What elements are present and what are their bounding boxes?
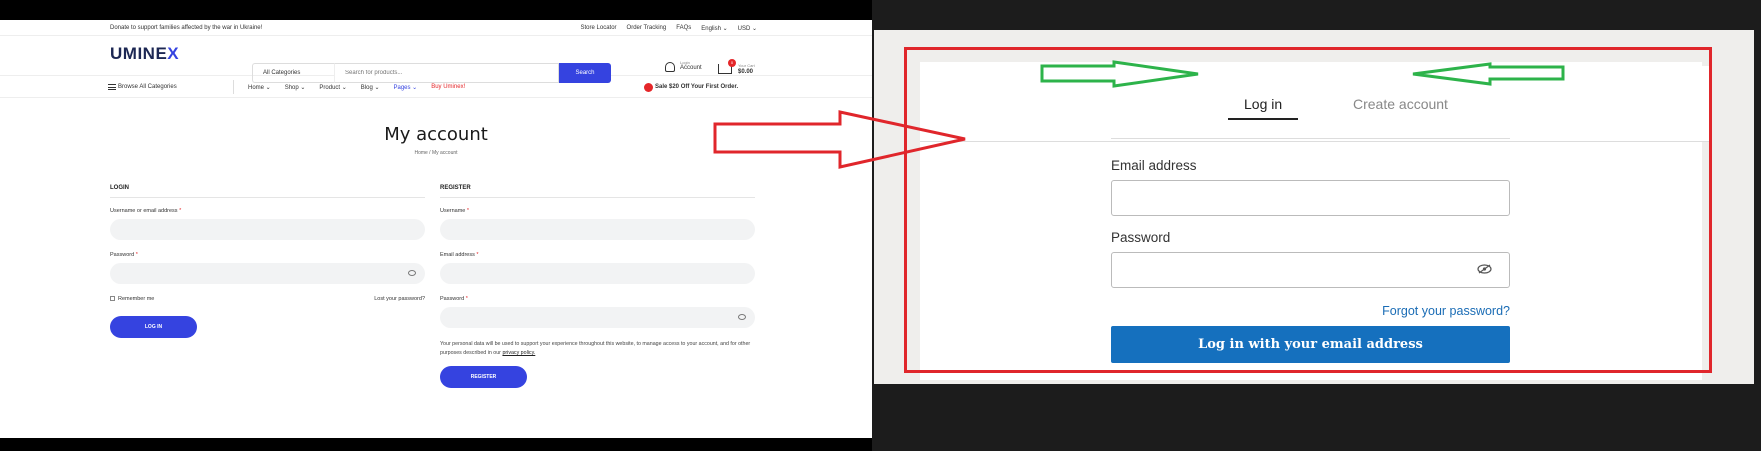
register-password-field[interactable] — [440, 307, 755, 328]
store-locator-link[interactable]: Store Locator — [581, 25, 617, 32]
register-heading: REGISTER — [440, 185, 755, 198]
nav-pages[interactable]: Pages ⌄ — [394, 84, 418, 91]
donate-link[interactable]: Donate to support families affected by t… — [110, 25, 262, 31]
lost-password-link[interactable]: Lost your password? — [374, 296, 425, 302]
reg-username-label: Username * — [440, 208, 470, 214]
remember-label: Remember me — [118, 296, 155, 302]
nav-divider — [233, 80, 234, 94]
nav-shop[interactable]: Shop ⌄ — [285, 84, 306, 91]
account-label: Account — [680, 65, 702, 71]
page-title: My account — [384, 124, 488, 145]
register-button[interactable]: REGISTER — [440, 366, 527, 388]
sale-banner[interactable]: Sale $20 Off Your First Order. — [644, 83, 739, 92]
site-header: UMINEX All Categories Search Login Accou… — [0, 36, 872, 83]
reg-email-label: Email address * — [440, 252, 479, 258]
username-label: Username or email address * — [110, 208, 182, 214]
eye-icon[interactable] — [738, 314, 746, 320]
eye-icon[interactable] — [408, 270, 416, 276]
login-username-field[interactable] — [110, 219, 425, 240]
highlight-box — [904, 47, 1712, 373]
nav-menu: Home ⌄ Shop ⌄ Product ⌄ Blog ⌄ Pages ⌄ B… — [248, 84, 465, 91]
browse-categories[interactable]: Browse All Categories — [108, 84, 177, 90]
main-nav: Browse All Categories Home ⌄ Shop ⌄ Prod… — [0, 76, 872, 98]
cart-total: $0.00 — [738, 69, 754, 75]
language-select[interactable]: English ⌄ — [701, 25, 727, 32]
privacy-policy-link[interactable]: privacy policy. — [502, 350, 535, 356]
reg-password-label: Password * — [440, 296, 468, 302]
faqs-link[interactable]: FAQs — [676, 25, 691, 32]
remember-checkbox[interactable] — [110, 296, 115, 302]
sale-text: Sale $20 Off Your First Order. — [655, 84, 739, 90]
store-page: Donate to support families affected by t… — [0, 20, 872, 438]
breadcrumb: Home / My account — [414, 150, 458, 156]
login-password-field[interactable] — [110, 263, 425, 284]
currency-select[interactable]: USD ⌄ — [738, 25, 757, 32]
hamburger-icon — [108, 84, 116, 90]
browse-label: Browse All Categories — [118, 84, 177, 90]
user-icon — [665, 62, 675, 72]
nav-blog[interactable]: Blog ⌄ — [361, 84, 380, 91]
privacy-notice: Your personal data will be used to suppo… — [440, 341, 751, 356]
nav-buy-uminex[interactable]: Buy Uminex! — [431, 84, 465, 91]
remember-row: Remember me Lost your password? — [110, 296, 425, 306]
nav-product[interactable]: Product ⌄ — [319, 84, 346, 91]
top-bar: Donate to support families affected by t… — [0, 20, 872, 36]
sale-badge-icon — [644, 83, 653, 92]
login-button[interactable]: LOG IN — [110, 316, 197, 338]
left-screenshot: Donate to support families affected by t… — [0, 0, 872, 451]
register-column: REGISTER Username * Email address * Pass… — [440, 185, 755, 388]
right-screenshot: Log in Create account Email address Pass… — [874, 30, 1754, 384]
password-label: Password * — [110, 252, 138, 258]
cart-count-badge: 0 — [728, 59, 736, 67]
login-heading: LOGIN — [110, 185, 425, 198]
login-column: LOGIN Username or email address * Passwo… — [110, 185, 425, 338]
register-email-field[interactable] — [440, 263, 755, 284]
uminex-logo[interactable]: UMINEX — [110, 44, 179, 64]
account-link[interactable]: Login Account — [665, 60, 702, 72]
top-links: Store Locator Order Tracking FAQs Englis… — [581, 25, 757, 32]
order-tracking-link[interactable]: Order Tracking — [627, 25, 667, 32]
cart-small-label: Your Cart — [738, 63, 755, 68]
nav-home[interactable]: Home ⌄ — [248, 84, 271, 91]
register-username-field[interactable] — [440, 219, 755, 240]
